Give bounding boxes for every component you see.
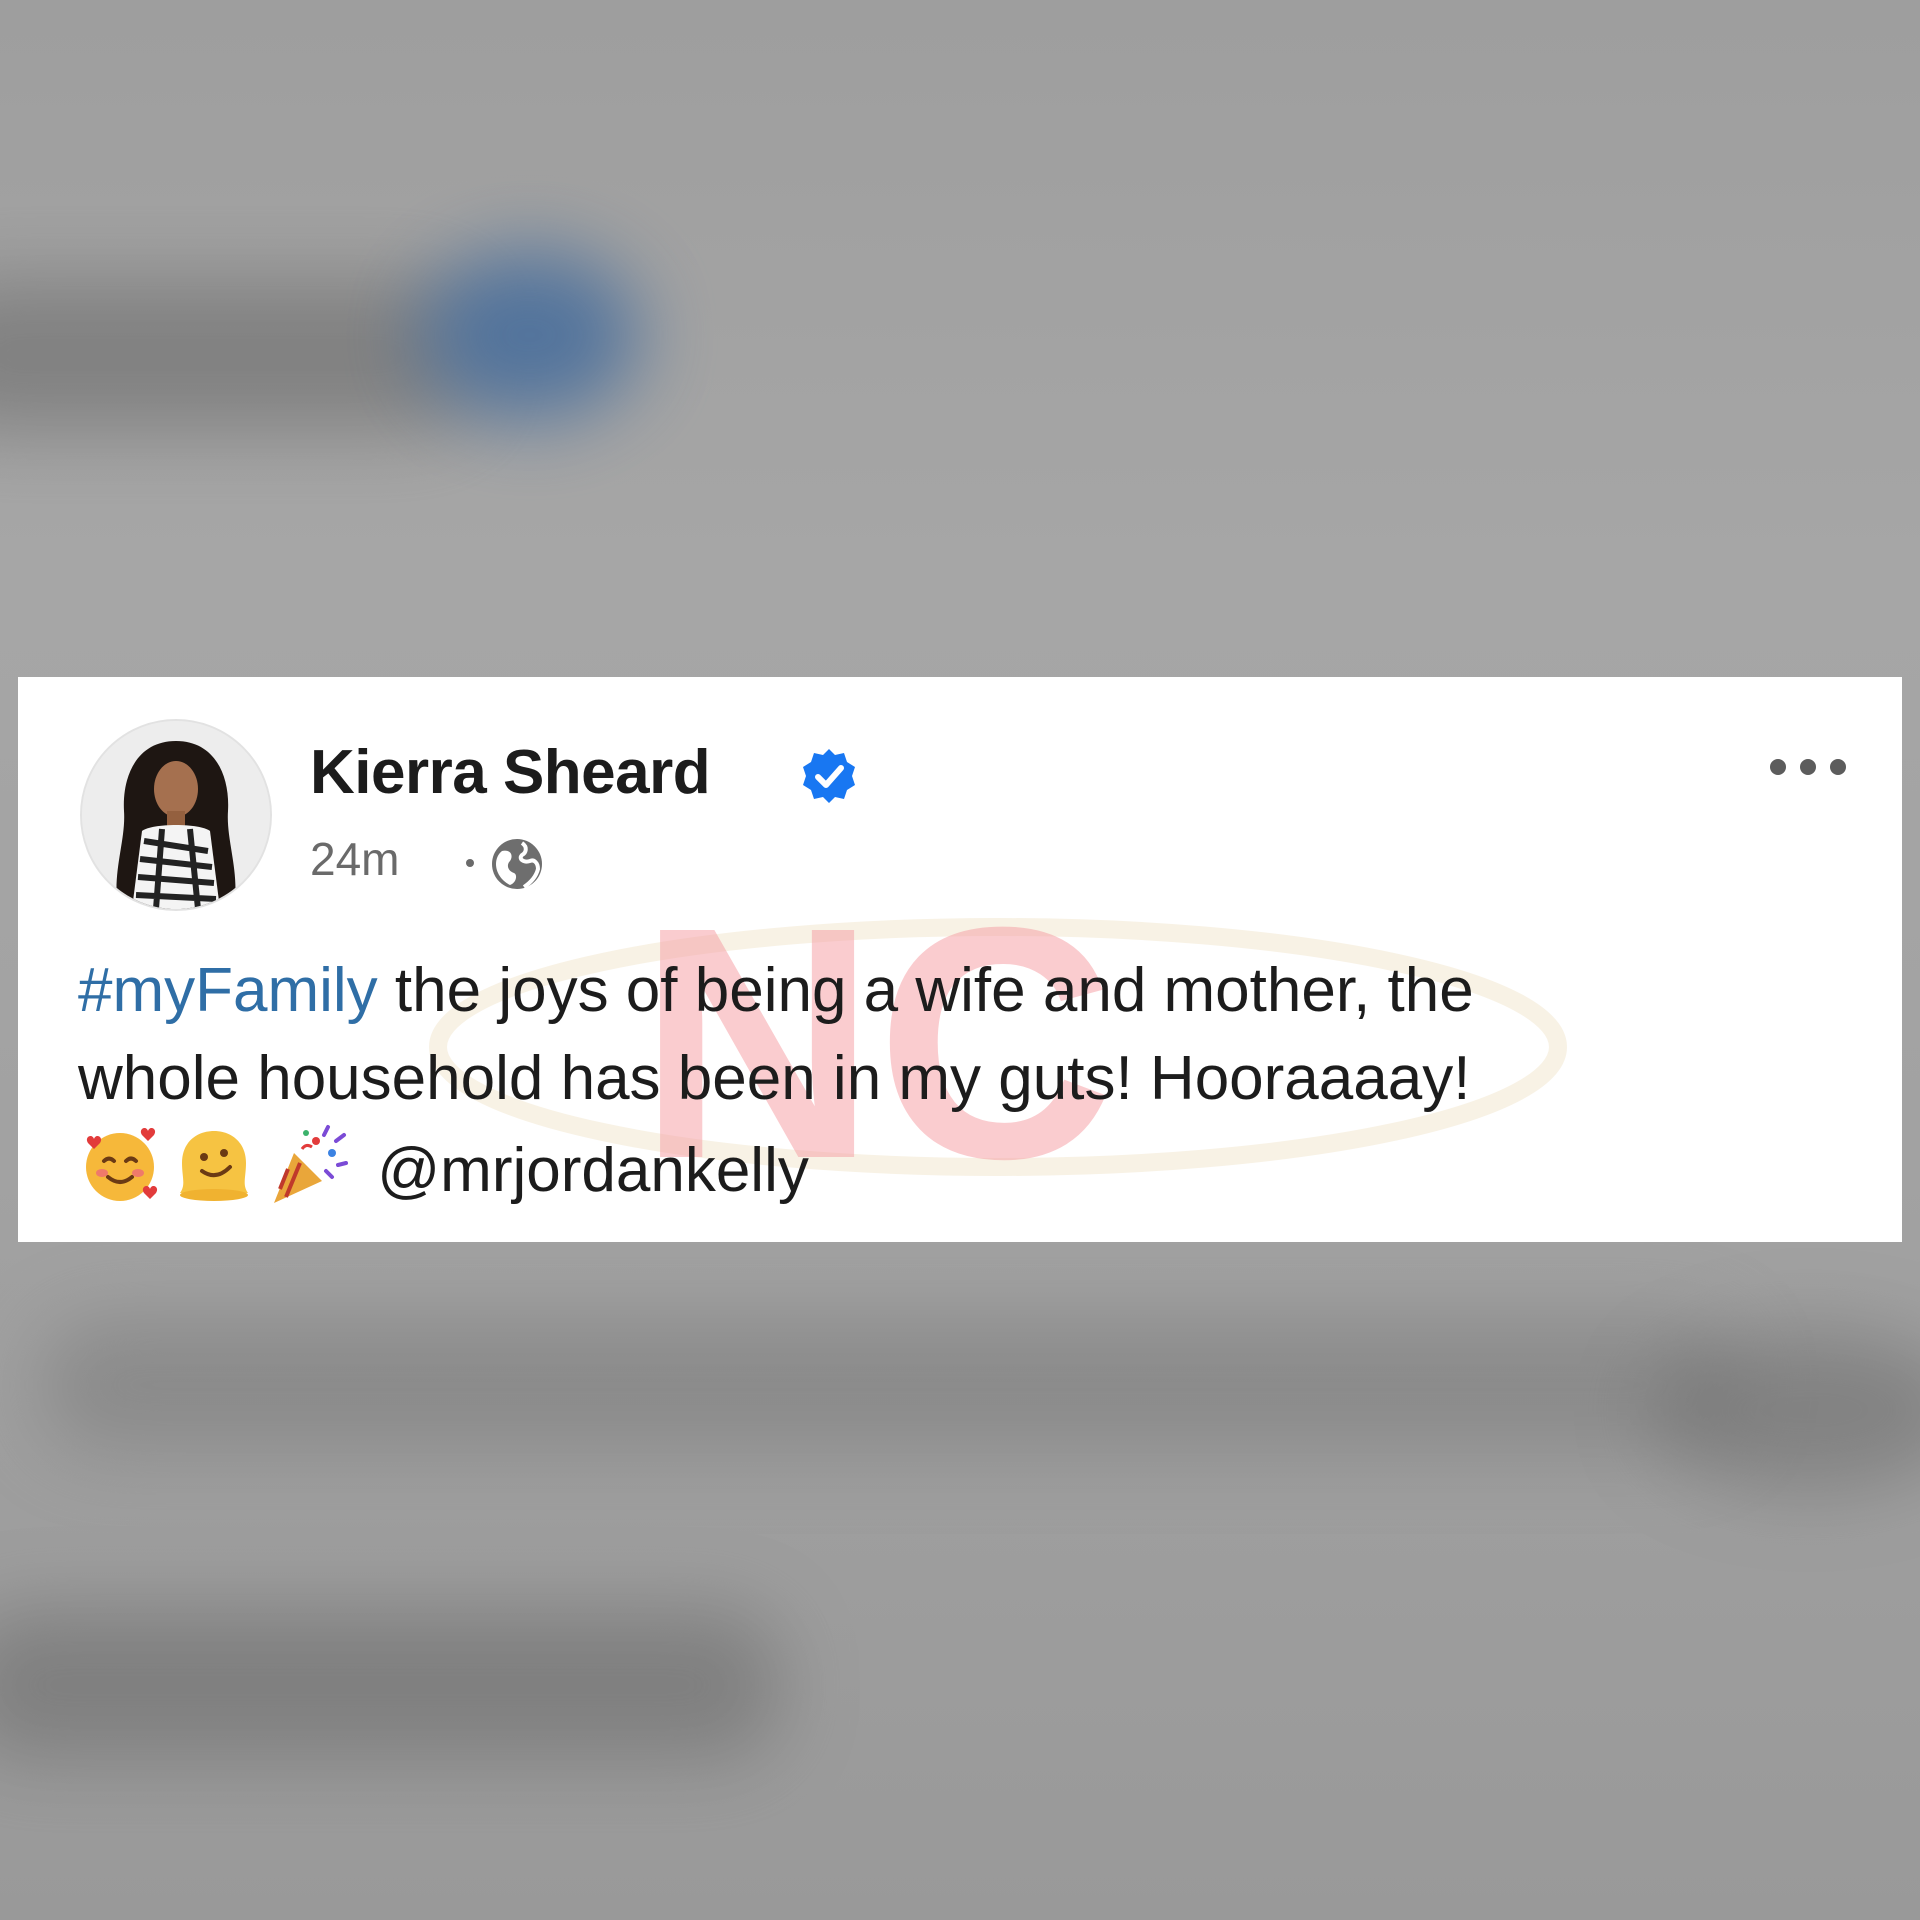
verified-badge-icon (803, 749, 855, 803)
post-text-line-1: #myFamily the joys of being a wife and m… (78, 947, 1858, 1035)
post-body: #myFamily the joys of being a wife and m… (78, 947, 1858, 1215)
post-text-line-2: whole household has been in my guts! Hoo… (78, 1044, 1471, 1113)
separator-dot (466, 859, 474, 867)
post-timestamp[interactable]: 24m (310, 832, 399, 886)
screenshot-background: Kierra Sheard 24m NC #myFamily the joys … (0, 0, 1920, 1920)
author-name[interactable]: Kierra Sheard (310, 737, 711, 808)
post-text-segment: the joys of being a wife and mother, the (377, 956, 1474, 1025)
hashtag-link[interactable]: #myFamily (78, 956, 378, 1025)
blurred-background-shape (0, 280, 480, 430)
author-avatar[interactable] (80, 719, 272, 911)
more-options-icon[interactable] (1758, 749, 1858, 785)
post-card: Kierra Sheard 24m NC #myFamily the joys … (18, 677, 1902, 1242)
smiling-face-with-hearts-icon (86, 1128, 158, 1201)
blurred-background-dot (420, 250, 640, 420)
post-text-line-3: @mrjordankelly (78, 1123, 1858, 1215)
mention-link[interactable]: @mrjordankelly (377, 1136, 809, 1205)
blurred-background-shape (40, 1320, 1740, 1450)
melting-face-icon (180, 1131, 248, 1201)
blurred-background-shape (0, 1610, 780, 1760)
party-popper-icon (274, 1125, 348, 1203)
globe-icon (492, 839, 542, 889)
avatar-portrait (82, 721, 270, 909)
